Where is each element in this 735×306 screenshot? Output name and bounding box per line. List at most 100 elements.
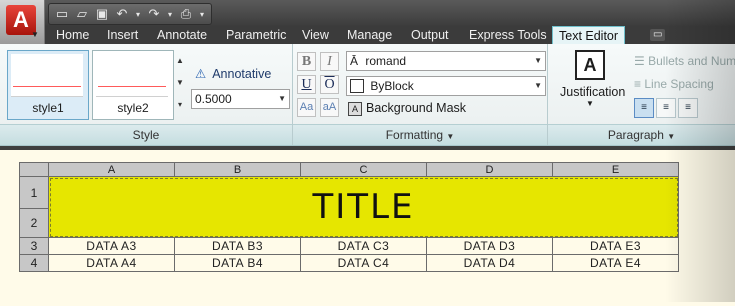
tab-home[interactable]: Home <box>56 26 89 44</box>
table-cell[interactable]: DATA C4 <box>300 254 427 272</box>
color-swatch <box>350 79 364 93</box>
column-header[interactable]: B <box>174 162 301 177</box>
bold-button[interactable]: B <box>297 52 316 71</box>
panel-title-label: Formatting <box>385 128 444 142</box>
panel-title-style: Style <box>0 124 292 145</box>
style-item-style1[interactable]: style1 <box>7 50 89 120</box>
tab-annotate[interactable]: Annotate <box>157 26 207 44</box>
ribbon: style1 style2 ▲ ▼ ▾ ⚠ Annotative 0.5000 ▼… <box>0 44 735 146</box>
italic-button[interactable]: I <box>320 52 339 71</box>
row-header[interactable]: 1 <box>19 175 49 210</box>
tab-text-editor[interactable]: Text Editor <box>552 26 626 46</box>
table-cell[interactable]: DATA D3 <box>426 237 553 255</box>
chevron-down-icon: ▼ <box>446 132 455 141</box>
row-header[interactable]: 4 <box>19 254 49 272</box>
tab-manage[interactable]: Manage <box>347 26 392 44</box>
save-icon[interactable]: ▣ <box>93 6 111 22</box>
table-row: 3 DATA A3 DATA B3 DATA C3 DATA D3 DATA E… <box>19 237 679 255</box>
style-gallery-scroll: ▲ ▼ ▾ <box>174 50 186 118</box>
table-cell[interactable]: DATA E4 <box>552 254 679 272</box>
row-header[interactable]: 2 <box>19 208 49 238</box>
plot-icon[interactable]: ⎙ <box>177 6 195 22</box>
underline-button[interactable]: U <box>297 75 316 94</box>
ribbon-minimize-icon[interactable]: ▭ <box>650 29 666 41</box>
quick-access-toolbar: ▭ ▱ ▣ ↶ ▾ ↷ ▾ ⎙ ▾ <box>48 3 212 25</box>
color-combo[interactable]: ByBlock ▼ <box>346 76 546 96</box>
drawing-area[interactable]: A B C D E 1 TITLE 2 3 DATA A3 DATA B3 DA… <box>0 146 735 306</box>
tab-express-tools[interactable]: Express Tools <box>469 26 547 44</box>
column-header[interactable]: A <box>48 162 175 177</box>
chevron-down-icon: ▼ <box>534 81 542 90</box>
ribbon-tabs: Home Insert Annotate Parametric View Man… <box>0 26 735 46</box>
bullets-button[interactable]: ☰ Bullets and Numbering <box>634 54 735 68</box>
align-left-icon[interactable]: ≡ <box>634 98 654 118</box>
table-row: 4 DATA A4 DATA B4 DATA C4 DATA D4 DATA E… <box>19 254 679 272</box>
font-value: romand <box>365 54 407 68</box>
tab-view[interactable]: View <box>302 26 329 44</box>
table-cell[interactable]: DATA C3 <box>300 237 427 255</box>
redo-dropdown-icon[interactable]: ▾ <box>165 10 175 19</box>
overline-button[interactable]: O <box>320 75 339 94</box>
bullets-icon: ☰ <box>634 54 645 68</box>
gallery-expand-icon[interactable]: ▾ <box>174 94 186 116</box>
table-cell[interactable]: DATA A3 <box>48 237 175 255</box>
background-mask-button[interactable]: A Background Mask <box>348 101 466 116</box>
chevron-down-icon: ▼ <box>534 56 542 65</box>
open-icon[interactable]: ▱ <box>73 6 91 22</box>
style-item-style2[interactable]: style2 <box>92 50 174 120</box>
table-editor[interactable]: A B C D E 1 TITLE 2 3 DATA A3 DATA B3 DA… <box>19 162 679 272</box>
text-height-combo[interactable]: 0.5000 ▼ <box>191 89 290 109</box>
application-menu-button[interactable]: A ▼ <box>0 0 45 44</box>
align-center-icon[interactable]: ≡ <box>656 98 676 118</box>
scroll-down-icon[interactable]: ▼ <box>174 72 186 94</box>
table-cell[interactable]: DATA D4 <box>426 254 553 272</box>
new-icon[interactable]: ▭ <box>53 6 71 22</box>
justification-button[interactable]: A Justification ▼ <box>560 50 626 108</box>
font-combo[interactable]: Ᾱ romand ▼ <box>346 51 546 71</box>
chevron-down-icon: ▼ <box>278 94 286 103</box>
undo-dropdown-icon[interactable]: ▾ <box>133 10 143 19</box>
tab-parametric[interactable]: Parametric <box>226 26 286 44</box>
alignment-buttons: ≡ ≡ ≡ <box>634 98 698 118</box>
panel-title-label: Paragraph <box>607 128 664 142</box>
chevron-down-icon: ▼ <box>586 99 594 108</box>
tab-output[interactable]: Output <box>411 26 449 44</box>
justification-icon: A <box>575 50 605 80</box>
uppercase-button[interactable]: Aa <box>297 98 316 117</box>
lowercase-button[interactable]: aA <box>320 98 339 117</box>
redo-icon[interactable]: ↷ <box>145 6 163 22</box>
column-header[interactable]: D <box>426 162 553 177</box>
background-mask-icon: A <box>348 102 362 116</box>
line-spacing-icon: ≡ <box>634 77 642 91</box>
row-header[interactable]: 3 <box>19 237 49 255</box>
table-corner[interactable] <box>19 162 49 177</box>
justification-label: Justification <box>560 85 626 99</box>
color-value: ByBlock <box>370 79 414 93</box>
tab-insert[interactable]: Insert <box>107 26 138 44</box>
line-spacing-button[interactable]: ≡ Line Spacing <box>634 77 714 91</box>
align-right-icon[interactable]: ≡ <box>678 98 698 118</box>
customize-icon[interactable]: ▾ <box>197 10 207 19</box>
table-title-cell[interactable]: TITLE <box>48 176 679 238</box>
table-cell[interactable]: DATA E3 <box>552 237 679 255</box>
text-height-value: 0.5000 <box>195 92 232 106</box>
chevron-down-icon: ▼ <box>31 30 39 39</box>
panel-title-formatting[interactable]: Formatting ▼ <box>293 124 547 145</box>
font-icon: Ᾱ <box>350 54 359 68</box>
style-label: style2 <box>117 101 149 115</box>
line-spacing-label: Line Spacing <box>644 77 714 91</box>
undo-icon[interactable]: ↶ <box>113 6 131 22</box>
annotative-button[interactable]: ⚠ Annotative <box>195 66 271 81</box>
bullets-label: Bullets and Numbering <box>648 54 735 68</box>
column-header[interactable]: E <box>552 162 679 177</box>
table-cell[interactable]: DATA A4 <box>48 254 175 272</box>
scroll-up-icon[interactable]: ▲ <box>174 50 186 72</box>
column-header[interactable]: C <box>300 162 427 177</box>
table-cell[interactable]: DATA B3 <box>174 237 301 255</box>
style-label: style1 <box>32 101 64 115</box>
table-cell[interactable]: DATA B4 <box>174 254 301 272</box>
annotative-icon: ⚠ <box>195 67 207 81</box>
annotative-label: Annotative <box>212 67 272 81</box>
background-mask-label: Background Mask <box>366 101 467 115</box>
panel-title-paragraph[interactable]: Paragraph ▼ <box>548 124 735 145</box>
